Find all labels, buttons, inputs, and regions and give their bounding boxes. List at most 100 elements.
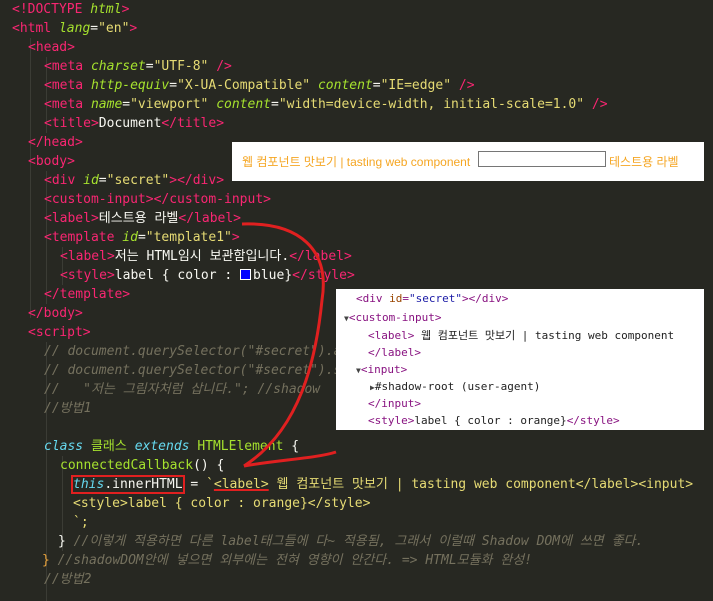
code-line-18: <script>	[28, 323, 91, 342]
meta-close: />	[208, 59, 232, 74]
code-line-9: <body>	[28, 152, 75, 171]
code-line-27: <style>label { color : orange}</style>	[73, 494, 370, 513]
dom-node-label-close[interactable]: </label>	[368, 344, 421, 361]
assign-operator: =	[182, 477, 207, 492]
code-line-26: this.innerHTML = `<label> 웹 컴포넌트 맛보기 | t…	[71, 475, 694, 494]
meta-close: />	[451, 78, 475, 93]
indent-guide	[30, 38, 31, 318]
script-open: <script>	[28, 325, 91, 340]
code-line-7: <title>Document</title>	[44, 114, 224, 133]
dom-tag-close: </label>	[368, 346, 421, 359]
code-line-29: } //이렇게 적용하면 다른 label태그들에 다~ 적용됨, 그래서 이럴…	[58, 532, 643, 551]
dom-node-custom-input[interactable]: ▼<custom-input>	[344, 309, 442, 326]
code-line-16: </template>	[44, 285, 130, 304]
template-literal-tick: `	[206, 477, 214, 492]
label-close: </label>	[289, 249, 352, 264]
doctype-close: >	[121, 2, 130, 17]
code-line-6: <meta name="viewport" content="width=dev…	[44, 97, 608, 112]
doctype-html: html	[90, 2, 122, 17]
meta-tag: <meta	[44, 59, 84, 74]
code-line-17: </body>	[28, 304, 83, 323]
doctype-token: <!DOCTYPE	[12, 2, 83, 17]
label-open: <label>	[60, 249, 115, 264]
highlighted-label-string: <label>	[213, 477, 269, 492]
dom-node-shadow-root[interactable]: ▶#shadow-root (user-agent)	[370, 378, 540, 395]
charset-attr: charset	[90, 59, 146, 74]
html-tag: <html	[12, 21, 52, 36]
content-value: "width=device-width, initial-scale=1.0"	[278, 97, 585, 112]
name-value: "viewport"	[130, 97, 209, 112]
comment: //shadowDOM안에 넣으면 외부에는 전혀 영향이 안간다. => HT…	[49, 553, 533, 568]
lang-value: "en"	[98, 21, 130, 36]
comment: // document.querySelector("#secret").a	[44, 344, 342, 359]
method-params: () {	[193, 458, 225, 473]
dom-node-input-close[interactable]: </input>	[368, 395, 421, 412]
dom-tag-close: ></div>	[461, 292, 509, 305]
charset-value: "UTF-8"	[153, 59, 209, 74]
code-line-21: // "저는 그림자처럼 삽니다."; //shadow	[44, 380, 320, 399]
template-open: <template	[44, 230, 115, 245]
dom-node-style[interactable]: <style>label { color : orange}</style>	[368, 412, 620, 429]
template-string: <style>label { color : orange}</style>	[73, 496, 371, 511]
dom-tag-close: </input>	[368, 397, 421, 410]
body-close: </body>	[28, 306, 83, 321]
code-line-1: <!DOCTYPE html>	[12, 0, 129, 19]
dom-text: 웹 컴포넌트 맛보기 | tasting web component	[414, 329, 675, 342]
code-line-19: // document.querySelector("#secret").a	[44, 342, 341, 361]
innerhtml-property: .innerHTML	[104, 477, 183, 492]
head-close: </head>	[28, 135, 83, 150]
div-open: <div	[44, 173, 76, 188]
preview-text-input[interactable]	[478, 151, 606, 167]
label-open: <label>	[44, 211, 99, 226]
css-rule: label { color :	[114, 268, 241, 283]
comment: //방법1	[44, 401, 92, 416]
code-line-15: <style>label { color : blue}</style>	[60, 266, 355, 285]
highlighted-this-innerhtml: this.innerHTML	[71, 475, 185, 494]
name-attr: name	[90, 97, 123, 112]
label-text: 저는 HTML임시 보관함입니다.	[114, 249, 290, 264]
http-equiv-value: "X-UA-Compatible"	[177, 78, 311, 93]
comment: //방법2	[44, 572, 92, 587]
color-swatch-icon[interactable]	[240, 269, 252, 280]
dom-node-input[interactable]: ▼<input>	[356, 361, 407, 378]
template-string-end: `;	[73, 515, 89, 530]
template-open-close: >	[231, 230, 240, 245]
code-line-2: <html lang="en">	[12, 21, 138, 36]
div-close: ></div>	[169, 173, 225, 188]
lang-attr: lang	[58, 21, 91, 36]
template-string: 웹 컴포넌트 맛보기 | tasting web component</labe…	[268, 477, 694, 492]
brace: }	[58, 534, 66, 549]
content-value: "IE=edge"	[380, 78, 452, 93]
dom-tag: <input>	[360, 363, 408, 376]
comment: // "저는 그림자처럼 삽니다."; //shadow	[44, 382, 321, 397]
dom-tag: <div	[356, 292, 383, 305]
base-class: HTMLElement	[197, 439, 284, 454]
id-attr: id	[83, 173, 99, 188]
meta-tag: <meta	[44, 97, 84, 112]
preview-label-2: 테스트용 라벨	[609, 155, 679, 169]
code-line-31: //방법2	[44, 570, 91, 589]
dom-node-label[interactable]: <label> 웹 컴포넌트 맛보기 | tasting web compone…	[368, 327, 674, 344]
id-value: "template1"	[145, 230, 232, 245]
label-text: 테스트용 라벨	[98, 211, 179, 226]
css-color-value: blue}	[253, 268, 293, 283]
head-open: <head>	[28, 40, 75, 55]
title-close: </title>	[161, 116, 225, 131]
content-attr: content	[216, 97, 272, 112]
code-line-3: <head>	[28, 38, 75, 57]
style-open: <style>	[60, 268, 115, 283]
title-open: <title>	[44, 116, 99, 131]
dom-node-div[interactable]: <div id="secret"></div>	[356, 290, 508, 307]
meta-tag: <meta	[44, 78, 84, 93]
method-name: connectedCallback	[60, 458, 194, 473]
code-line-12: <label>테스트용 라벨</label>	[44, 209, 241, 228]
code-line-11: <custom-input></custom-input>	[44, 190, 271, 209]
http-equiv-attr: http-equiv	[90, 78, 170, 93]
dom-tag: <label>	[368, 329, 415, 342]
code-line-20: // document.querySelector("#secret").s	[44, 361, 341, 380]
content-attr: content	[317, 78, 373, 93]
dom-tag: <custom-input>	[348, 311, 442, 324]
dom-attr: id	[389, 292, 403, 305]
code-line-24: class 클래스 extends HTMLElement {	[44, 437, 299, 456]
code-line-22: //방법1	[44, 399, 91, 418]
